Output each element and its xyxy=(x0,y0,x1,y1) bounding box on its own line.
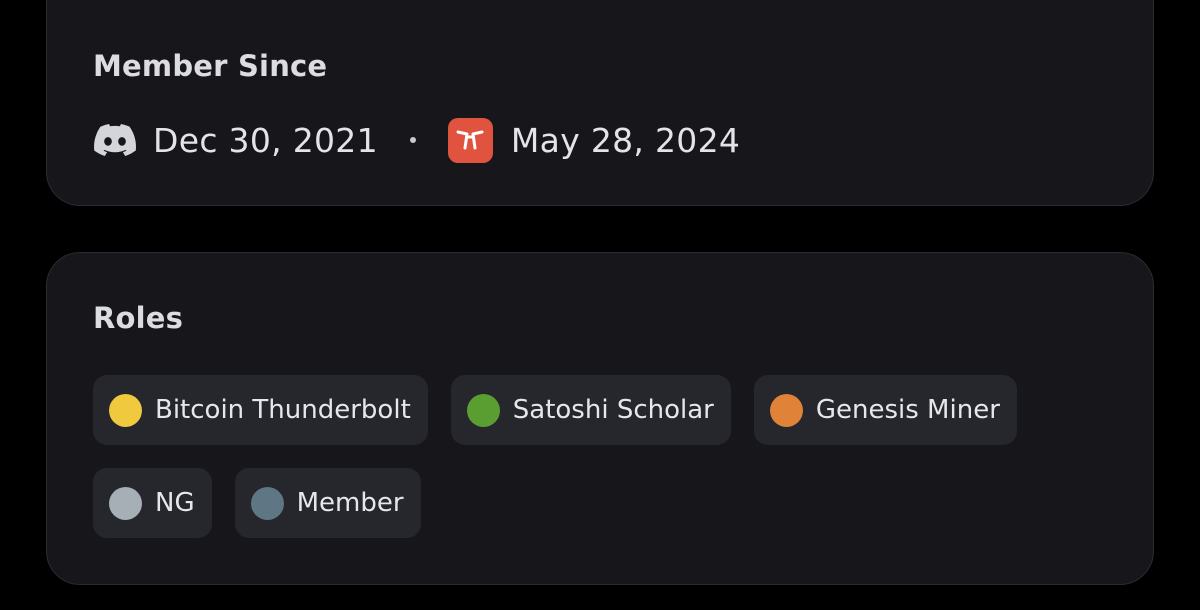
discord-icon xyxy=(93,123,137,157)
role-label: NG xyxy=(155,488,195,518)
roles-row: NG Member xyxy=(93,468,1093,538)
role-chip-genesis-miner[interactable]: Genesis Miner xyxy=(753,375,1017,445)
role-chip-member[interactable]: Member xyxy=(234,468,421,538)
role-chip-ng[interactable]: NG xyxy=(93,468,212,538)
server-brand-icon xyxy=(447,117,493,163)
server-join-date: May 28, 2024 xyxy=(510,120,741,160)
role-chip-bitcoin-thunderbolt[interactable]: Bitcoin Thunderbolt xyxy=(93,375,428,445)
roles-row: Bitcoin Thunderbolt Satoshi Scholar Gene… xyxy=(93,375,1093,445)
roles-title: Roles xyxy=(93,301,184,335)
role-label: Genesis Miner xyxy=(815,395,1000,425)
role-color-dot xyxy=(109,486,142,520)
role-label: Bitcoin Thunderbolt xyxy=(155,395,411,425)
roles-list: Bitcoin Thunderbolt Satoshi Scholar Gene… xyxy=(93,375,1093,561)
role-label: Satoshi Scholar xyxy=(512,395,714,425)
role-color-dot xyxy=(466,393,500,427)
member-since-title: Member Since xyxy=(93,49,328,83)
member-since-row: Dec 30, 2021 May 28, 2024 xyxy=(93,114,740,166)
role-label: Member xyxy=(296,488,404,518)
discord-join-date: Dec 30, 2021 xyxy=(153,120,378,160)
role-color-dot xyxy=(769,393,803,427)
role-chip-satoshi-scholar[interactable]: Satoshi Scholar xyxy=(450,375,731,445)
separator-dot xyxy=(409,137,416,143)
member-since-card: Member Since Dec 30, 2021 May 28, 2024 xyxy=(46,0,1154,206)
roles-card: Roles Bitcoin Thunderbolt Satoshi Schola… xyxy=(46,252,1154,585)
role-color-dot xyxy=(250,486,284,520)
role-color-dot xyxy=(109,393,142,427)
